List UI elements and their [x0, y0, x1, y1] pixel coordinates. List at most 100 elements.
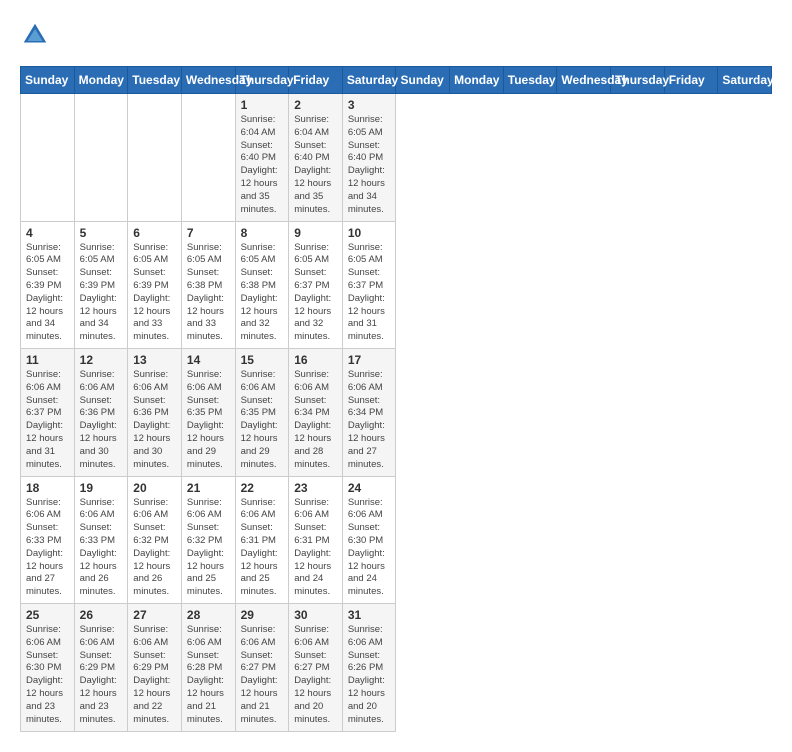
- calendar-cell: 20 Sunrise: 6:06 AM Sunset: 6:32 PM Dayli…: [128, 476, 182, 604]
- day-info: Sunrise: 6:05 AM Sunset: 6:37 PM Dayligh…: [348, 242, 391, 345]
- day-number: 26: [80, 608, 123, 622]
- calendar-day-header: Saturday: [342, 67, 396, 94]
- calendar-cell: 5Sunrise: 6:05 AM Sunset: 6:39 PM Daylig…: [74, 221, 128, 349]
- logo: [20, 20, 54, 50]
- calendar-cell: 8 Sunrise: 6:05 AM Sunset: 6:38 PM Daylig…: [235, 221, 289, 349]
- calendar-week-row: 1 Sunrise: 6:04 AM Sunset: 6:40 PM Daylig…: [21, 94, 772, 222]
- calendar-cell: 19 Sunrise: 6:06 AM Sunset: 6:33 PM Dayli…: [74, 476, 128, 604]
- day-number: 24: [348, 481, 391, 495]
- calendar-cell: 6 Sunrise: 6:05 AM Sunset: 6:39 PM Daylig…: [128, 221, 182, 349]
- day-number: 5: [80, 226, 123, 240]
- day-info: Sunrise: 6:06 AM Sunset: 6:31 PM Dayligh…: [294, 497, 337, 600]
- calendar-cell: [21, 94, 75, 222]
- day-number: 1: [241, 98, 284, 112]
- day-number: 3: [348, 98, 391, 112]
- day-number: 14: [187, 353, 230, 367]
- calendar-cell: 26Sunrise: 6:06 AM Sunset: 6:29 PM Dayli…: [74, 604, 128, 732]
- day-number: 20: [133, 481, 176, 495]
- calendar-cell: 11 Sunrise: 6:06 AM Sunset: 6:37 PM Dayli…: [21, 349, 75, 477]
- day-info: Sunrise: 6:04 AM Sunset: 6:40 PM Dayligh…: [294, 114, 337, 217]
- day-info: Sunrise: 6:06 AM Sunset: 6:33 PM Dayligh…: [80, 497, 123, 600]
- day-info: Sunrise: 6:06 AM Sunset: 6:28 PM Dayligh…: [187, 624, 230, 727]
- calendar-day-header: Monday: [450, 67, 504, 94]
- day-info: Sunrise: 6:06 AM Sunset: 6:36 PM Dayligh…: [80, 369, 123, 472]
- day-number: 16: [294, 353, 337, 367]
- day-info: Sunrise: 6:06 AM Sunset: 6:26 PM Dayligh…: [348, 624, 391, 727]
- calendar-cell: 13 Sunrise: 6:06 AM Sunset: 6:36 PM Dayli…: [128, 349, 182, 477]
- day-info: Sunrise: 6:06 AM Sunset: 6:36 PM Dayligh…: [133, 369, 176, 472]
- day-number: 31: [348, 608, 391, 622]
- calendar-day-header: Thursday: [611, 67, 665, 94]
- calendar-header-row: SundayMondayTuesdayWednesdayThursdayFrid…: [21, 67, 772, 94]
- day-info: Sunrise: 6:06 AM Sunset: 6:32 PM Dayligh…: [133, 497, 176, 600]
- day-info: Sunrise: 6:05 AM Sunset: 6:37 PM Dayligh…: [294, 242, 337, 345]
- calendar-week-row: 25 Sunrise: 6:06 AM Sunset: 6:30 PM Dayli…: [21, 604, 772, 732]
- day-info: Sunrise: 6:05 AM Sunset: 6:39 PM Dayligh…: [26, 242, 69, 345]
- calendar-cell: 25 Sunrise: 6:06 AM Sunset: 6:30 PM Dayli…: [21, 604, 75, 732]
- day-number: 4: [26, 226, 69, 240]
- day-number: 11: [26, 353, 69, 367]
- calendar-day-header: Friday: [664, 67, 718, 94]
- day-number: 29: [241, 608, 284, 622]
- calendar-day-header: Monday: [74, 67, 128, 94]
- day-number: 22: [241, 481, 284, 495]
- day-info: Sunrise: 6:05 AM Sunset: 6:40 PM Dayligh…: [348, 114, 391, 217]
- calendar-cell: 21 Sunrise: 6:06 AM Sunset: 6:32 PM Dayli…: [181, 476, 235, 604]
- day-info: Sunrise: 6:06 AM Sunset: 6:32 PM Dayligh…: [187, 497, 230, 600]
- calendar-table: SundayMondayTuesdayWednesdayThursdayFrid…: [20, 66, 772, 732]
- calendar-cell: 24 Sunrise: 6:06 AM Sunset: 6:30 PM Dayli…: [342, 476, 396, 604]
- day-info: Sunrise: 6:05 AM Sunset: 6:39 PM Dayligh…: [133, 242, 176, 345]
- day-number: 23: [294, 481, 337, 495]
- calendar-cell: 31 Sunrise: 6:06 AM Sunset: 6:26 PM Dayli…: [342, 604, 396, 732]
- day-number: 17: [348, 353, 391, 367]
- day-number: 19: [80, 481, 123, 495]
- calendar-cell: 4 Sunrise: 6:05 AM Sunset: 6:39 PM Daylig…: [21, 221, 75, 349]
- calendar-day-header: Sunday: [396, 67, 450, 94]
- calendar-week-row: 18Sunrise: 6:06 AM Sunset: 6:33 PM Dayli…: [21, 476, 772, 604]
- day-info: Sunrise: 6:06 AM Sunset: 6:33 PM Dayligh…: [26, 497, 69, 600]
- day-info: Sunrise: 6:06 AM Sunset: 6:27 PM Dayligh…: [241, 624, 284, 727]
- page-header: [20, 20, 772, 50]
- calendar-cell: 23 Sunrise: 6:06 AM Sunset: 6:31 PM Dayli…: [289, 476, 343, 604]
- day-info: Sunrise: 6:06 AM Sunset: 6:35 PM Dayligh…: [241, 369, 284, 472]
- calendar-day-header: Thursday: [235, 67, 289, 94]
- day-info: Sunrise: 6:05 AM Sunset: 6:38 PM Dayligh…: [241, 242, 284, 345]
- calendar-cell: 2Sunrise: 6:04 AM Sunset: 6:40 PM Daylig…: [289, 94, 343, 222]
- calendar-cell: 1 Sunrise: 6:04 AM Sunset: 6:40 PM Daylig…: [235, 94, 289, 222]
- calendar-day-header: Saturday: [718, 67, 772, 94]
- calendar-cell: 12 Sunrise: 6:06 AM Sunset: 6:36 PM Dayli…: [74, 349, 128, 477]
- day-number: 21: [187, 481, 230, 495]
- day-number: 7: [187, 226, 230, 240]
- day-number: 9: [294, 226, 337, 240]
- day-number: 15: [241, 353, 284, 367]
- calendar-cell: 15 Sunrise: 6:06 AM Sunset: 6:35 PM Dayli…: [235, 349, 289, 477]
- day-info: Sunrise: 6:06 AM Sunset: 6:27 PM Dayligh…: [294, 624, 337, 727]
- day-info: Sunrise: 6:04 AM Sunset: 6:40 PM Dayligh…: [241, 114, 284, 217]
- calendar-cell: 10Sunrise: 6:05 AM Sunset: 6:37 PM Dayli…: [342, 221, 396, 349]
- calendar-cell: 17 Sunrise: 6:06 AM Sunset: 6:34 PM Dayli…: [342, 349, 396, 477]
- day-number: 13: [133, 353, 176, 367]
- calendar-cell: 28 Sunrise: 6:06 AM Sunset: 6:28 PM Dayli…: [181, 604, 235, 732]
- calendar-day-header: Wednesday: [181, 67, 235, 94]
- calendar-cell: [181, 94, 235, 222]
- day-number: 25: [26, 608, 69, 622]
- day-number: 28: [187, 608, 230, 622]
- calendar-cell: [74, 94, 128, 222]
- day-info: Sunrise: 6:06 AM Sunset: 6:30 PM Dayligh…: [26, 624, 69, 727]
- day-number: 6: [133, 226, 176, 240]
- calendar-cell: 14Sunrise: 6:06 AM Sunset: 6:35 PM Dayli…: [181, 349, 235, 477]
- calendar-week-row: 11 Sunrise: 6:06 AM Sunset: 6:37 PM Dayli…: [21, 349, 772, 477]
- calendar-day-header: Wednesday: [557, 67, 611, 94]
- calendar-cell: 29 Sunrise: 6:06 AM Sunset: 6:27 PM Dayli…: [235, 604, 289, 732]
- day-number: 30: [294, 608, 337, 622]
- calendar-day-header: Tuesday: [128, 67, 182, 94]
- day-info: Sunrise: 6:06 AM Sunset: 6:29 PM Dayligh…: [133, 624, 176, 727]
- day-number: 12: [80, 353, 123, 367]
- calendar-cell: 9 Sunrise: 6:05 AM Sunset: 6:37 PM Daylig…: [289, 221, 343, 349]
- day-info: Sunrise: 6:06 AM Sunset: 6:34 PM Dayligh…: [348, 369, 391, 472]
- day-info: Sunrise: 6:06 AM Sunset: 6:37 PM Dayligh…: [26, 369, 69, 472]
- day-info: Sunrise: 6:06 AM Sunset: 6:30 PM Dayligh…: [348, 497, 391, 600]
- day-info: Sunrise: 6:06 AM Sunset: 6:31 PM Dayligh…: [241, 497, 284, 600]
- day-info: Sunrise: 6:05 AM Sunset: 6:38 PM Dayligh…: [187, 242, 230, 345]
- day-number: 8: [241, 226, 284, 240]
